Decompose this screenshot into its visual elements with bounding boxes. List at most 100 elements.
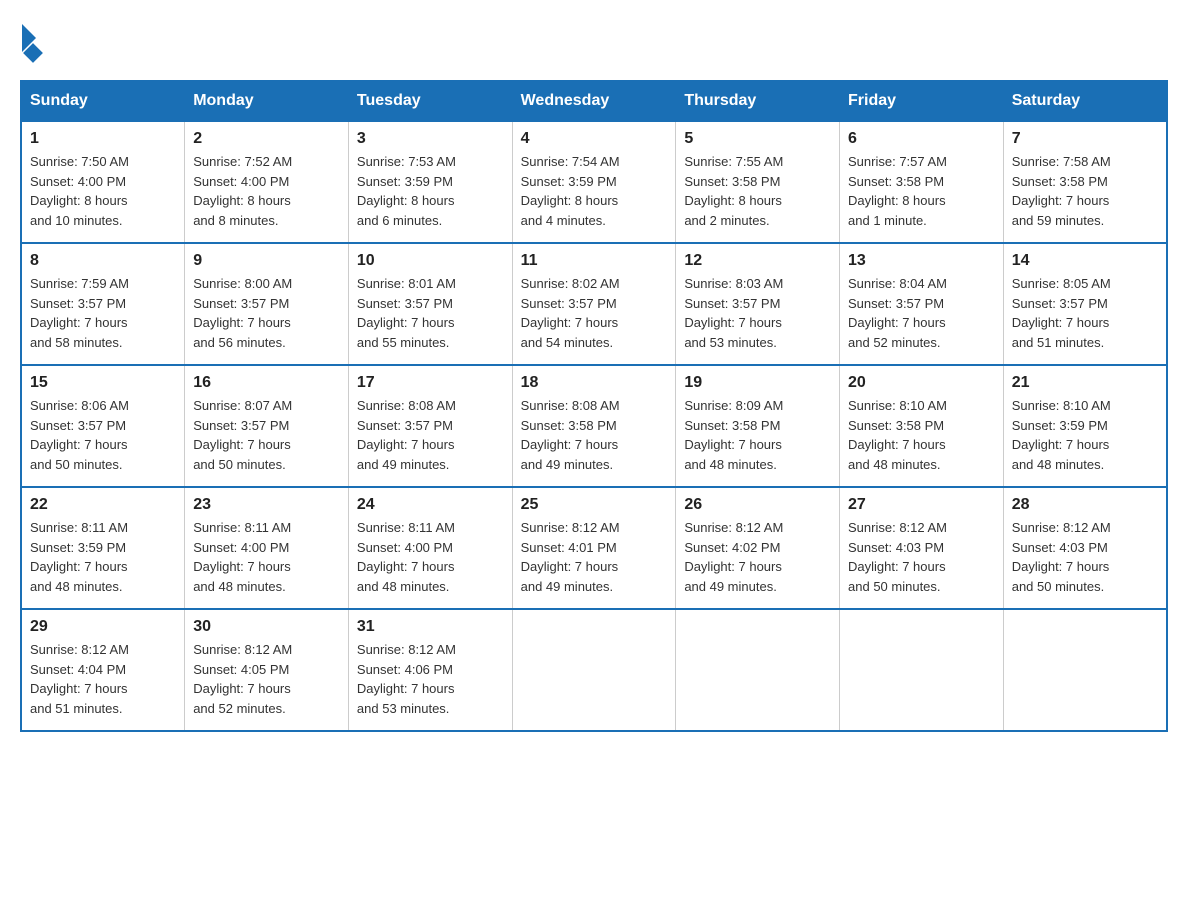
calendar-day-cell: 25Sunrise: 8:12 AM Sunset: 4:01 PM Dayli… xyxy=(512,487,676,609)
calendar-empty-cell xyxy=(1003,609,1167,731)
day-info: Sunrise: 8:11 AM Sunset: 3:59 PM Dayligh… xyxy=(30,518,176,596)
weekday-header-thursday: Thursday xyxy=(676,81,840,121)
day-number: 7 xyxy=(1012,130,1158,148)
day-number: 29 xyxy=(30,618,176,636)
day-info: Sunrise: 8:12 AM Sunset: 4:05 PM Dayligh… xyxy=(193,640,340,718)
weekday-header-wednesday: Wednesday xyxy=(512,81,676,121)
calendar-day-cell: 6Sunrise: 7:57 AM Sunset: 3:58 PM Daylig… xyxy=(840,121,1004,243)
day-number: 24 xyxy=(357,496,504,514)
day-number: 21 xyxy=(1012,374,1158,392)
day-info: Sunrise: 8:06 AM Sunset: 3:57 PM Dayligh… xyxy=(30,396,176,474)
calendar-day-cell: 12 Sunrise: 8:03 AM Sunset: 3:57 PM Dayli… xyxy=(676,243,840,365)
day-number: 1 xyxy=(30,130,176,148)
calendar-day-cell: 13 Sunrise: 8:04 AM Sunset: 3:57 PM Dayli… xyxy=(840,243,1004,365)
day-info: Sunrise: 8:08 AM Sunset: 3:57 PM Dayligh… xyxy=(357,396,504,474)
day-info: Sunrise: 7:52 AM Sunset: 4:00 PM Dayligh… xyxy=(193,152,340,230)
day-info: Sunrise: 8:07 AM Sunset: 3:57 PM Dayligh… xyxy=(193,396,340,474)
calendar-day-cell: 4Sunrise: 7:54 AM Sunset: 3:59 PM Daylig… xyxy=(512,121,676,243)
calendar-week-row: 8 Sunrise: 7:59 AM Sunset: 3:57 PM Daylig… xyxy=(21,243,1167,365)
calendar-day-cell: 28 Sunrise: 8:12 AM Sunset: 4:03 PM Dayli… xyxy=(1003,487,1167,609)
day-info: Sunrise: 7:55 AM Sunset: 3:58 PM Dayligh… xyxy=(684,152,831,230)
calendar-day-cell: 24 Sunrise: 8:11 AM Sunset: 4:00 PM Dayli… xyxy=(348,487,512,609)
calendar-day-cell: 7 Sunrise: 7:58 AM Sunset: 3:58 PM Daylig… xyxy=(1003,121,1167,243)
day-number: 18 xyxy=(521,374,668,392)
day-number: 28 xyxy=(1012,496,1158,514)
day-info: Sunrise: 8:03 AM Sunset: 3:57 PM Dayligh… xyxy=(684,274,831,352)
calendar-day-cell: 27 Sunrise: 8:12 AM Sunset: 4:03 PM Dayli… xyxy=(840,487,1004,609)
day-number: 4 xyxy=(521,130,668,148)
calendar-week-row: 29 Sunrise: 8:12 AM Sunset: 4:04 PM Dayli… xyxy=(21,609,1167,731)
calendar-day-cell: 31Sunrise: 8:12 AM Sunset: 4:06 PM Dayli… xyxy=(348,609,512,731)
day-info: Sunrise: 8:12 AM Sunset: 4:03 PM Dayligh… xyxy=(1012,518,1158,596)
day-number: 22 xyxy=(30,496,176,514)
calendar-empty-cell xyxy=(840,609,1004,731)
calendar-day-cell: 14 Sunrise: 8:05 AM Sunset: 3:57 PM Dayli… xyxy=(1003,243,1167,365)
calendar-day-cell: 2 Sunrise: 7:52 AM Sunset: 4:00 PM Daylig… xyxy=(185,121,349,243)
calendar-day-cell: 29 Sunrise: 8:12 AM Sunset: 4:04 PM Dayli… xyxy=(21,609,185,731)
day-number: 10 xyxy=(357,252,504,270)
calendar-day-cell: 8 Sunrise: 7:59 AM Sunset: 3:57 PM Daylig… xyxy=(21,243,185,365)
day-info: Sunrise: 8:12 AM Sunset: 4:02 PM Dayligh… xyxy=(684,518,831,596)
day-info: Sunrise: 8:12 AM Sunset: 4:03 PM Dayligh… xyxy=(848,518,995,596)
calendar-day-cell: 5 Sunrise: 7:55 AM Sunset: 3:58 PM Daylig… xyxy=(676,121,840,243)
day-number: 16 xyxy=(193,374,340,392)
day-number: 20 xyxy=(848,374,995,392)
day-number: 2 xyxy=(193,130,340,148)
calendar-day-cell: 23 Sunrise: 8:11 AM Sunset: 4:00 PM Dayli… xyxy=(185,487,349,609)
calendar-day-cell: 1 Sunrise: 7:50 AM Sunset: 4:00 PM Daylig… xyxy=(21,121,185,243)
weekday-header-saturday: Saturday xyxy=(1003,81,1167,121)
day-info: Sunrise: 7:58 AM Sunset: 3:58 PM Dayligh… xyxy=(1012,152,1158,230)
day-number: 25 xyxy=(521,496,668,514)
day-info: Sunrise: 8:11 AM Sunset: 4:00 PM Dayligh… xyxy=(357,518,504,596)
calendar-empty-cell xyxy=(676,609,840,731)
calendar-day-cell: 3 Sunrise: 7:53 AM Sunset: 3:59 PM Daylig… xyxy=(348,121,512,243)
calendar-header-row: SundayMondayTuesdayWednesdayThursdayFrid… xyxy=(21,81,1167,121)
day-info: Sunrise: 7:50 AM Sunset: 4:00 PM Dayligh… xyxy=(30,152,176,230)
day-number: 3 xyxy=(357,130,504,148)
day-number: 8 xyxy=(30,252,176,270)
day-number: 12 xyxy=(684,252,831,270)
weekday-header-monday: Monday xyxy=(185,81,349,121)
weekday-header-friday: Friday xyxy=(840,81,1004,121)
day-number: 11 xyxy=(521,252,668,270)
weekday-header-sunday: Sunday xyxy=(21,81,185,121)
day-number: 6 xyxy=(848,130,995,148)
day-number: 14 xyxy=(1012,252,1158,270)
calendar-week-row: 22 Sunrise: 8:11 AM Sunset: 3:59 PM Dayli… xyxy=(21,487,1167,609)
day-info: Sunrise: 8:02 AM Sunset: 3:57 PM Dayligh… xyxy=(521,274,668,352)
day-info: Sunrise: 8:12 AM Sunset: 4:06 PM Dayligh… xyxy=(357,640,504,718)
day-info: Sunrise: 7:59 AM Sunset: 3:57 PM Dayligh… xyxy=(30,274,176,352)
day-info: Sunrise: 8:05 AM Sunset: 3:57 PM Dayligh… xyxy=(1012,274,1158,352)
day-number: 17 xyxy=(357,374,504,392)
day-number: 19 xyxy=(684,374,831,392)
page-header xyxy=(20,20,1168,60)
day-info: Sunrise: 8:01 AM Sunset: 3:57 PM Dayligh… xyxy=(357,274,504,352)
day-number: 15 xyxy=(30,374,176,392)
day-number: 30 xyxy=(193,618,340,636)
day-info: Sunrise: 8:08 AM Sunset: 3:58 PM Dayligh… xyxy=(521,396,668,474)
calendar-table: SundayMondayTuesdayWednesdayThursdayFrid… xyxy=(20,80,1168,732)
day-number: 23 xyxy=(193,496,340,514)
calendar-day-cell: 30 Sunrise: 8:12 AM Sunset: 4:05 PM Dayli… xyxy=(185,609,349,731)
calendar-day-cell: 19 Sunrise: 8:09 AM Sunset: 3:58 PM Dayli… xyxy=(676,365,840,487)
calendar-day-cell: 9Sunrise: 8:00 AM Sunset: 3:57 PM Daylig… xyxy=(185,243,349,365)
day-info: Sunrise: 8:00 AM Sunset: 3:57 PM Dayligh… xyxy=(193,274,340,352)
calendar-day-cell: 10 Sunrise: 8:01 AM Sunset: 3:57 PM Dayli… xyxy=(348,243,512,365)
calendar-day-cell: 16 Sunrise: 8:07 AM Sunset: 3:57 PM Dayli… xyxy=(185,365,349,487)
day-info: Sunrise: 8:11 AM Sunset: 4:00 PM Dayligh… xyxy=(193,518,340,596)
day-number: 13 xyxy=(848,252,995,270)
day-number: 5 xyxy=(684,130,831,148)
day-info: Sunrise: 8:12 AM Sunset: 4:04 PM Dayligh… xyxy=(30,640,176,718)
logo xyxy=(20,20,44,60)
day-info: Sunrise: 8:04 AM Sunset: 3:57 PM Dayligh… xyxy=(848,274,995,352)
day-number: 26 xyxy=(684,496,831,514)
weekday-header-tuesday: Tuesday xyxy=(348,81,512,121)
calendar-week-row: 1 Sunrise: 7:50 AM Sunset: 4:00 PM Daylig… xyxy=(21,121,1167,243)
day-info: Sunrise: 8:10 AM Sunset: 3:59 PM Dayligh… xyxy=(1012,396,1158,474)
day-info: Sunrise: 7:53 AM Sunset: 3:59 PM Dayligh… xyxy=(357,152,504,230)
calendar-day-cell: 18 Sunrise: 8:08 AM Sunset: 3:58 PM Dayli… xyxy=(512,365,676,487)
calendar-day-cell: 11 Sunrise: 8:02 AM Sunset: 3:57 PM Dayli… xyxy=(512,243,676,365)
day-info: Sunrise: 8:09 AM Sunset: 3:58 PM Dayligh… xyxy=(684,396,831,474)
day-number: 27 xyxy=(848,496,995,514)
calendar-day-cell: 20Sunrise: 8:10 AM Sunset: 3:58 PM Dayli… xyxy=(840,365,1004,487)
